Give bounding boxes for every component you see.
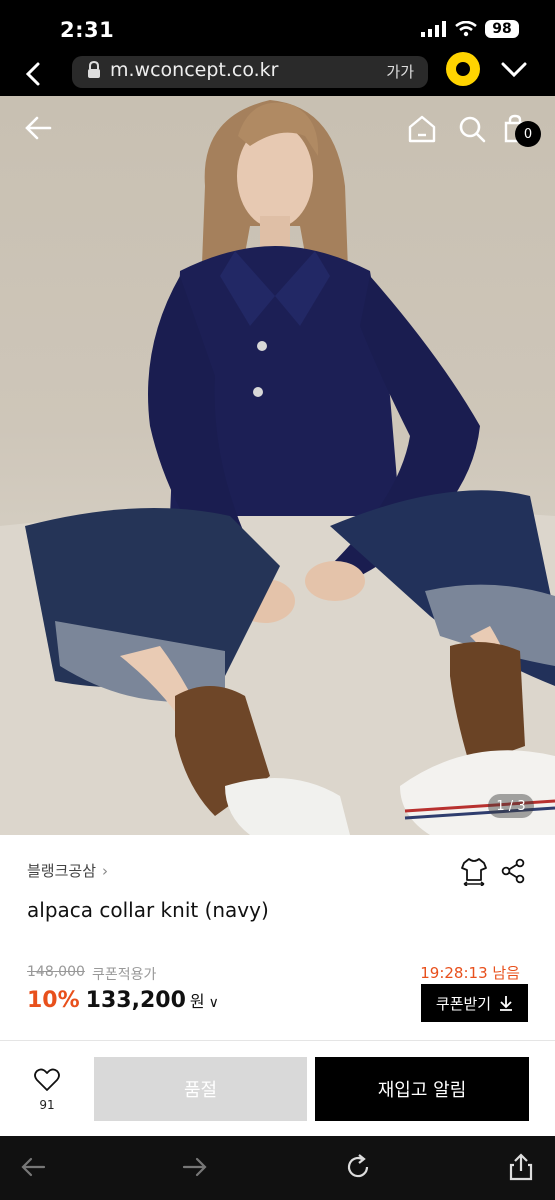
chevron-down-icon: ∨	[208, 995, 219, 1011]
like-button[interactable]: 91	[28, 1068, 66, 1112]
soldout-button[interactable]: 품절	[94, 1057, 307, 1121]
reload-icon[interactable]	[343, 1152, 373, 1182]
home-icon[interactable]	[406, 113, 438, 145]
brand-name: 블랭크공삼	[27, 862, 97, 880]
countdown-timer: 19:28:13 남음	[420, 964, 520, 982]
url-text: m.wconcept.co.kr	[110, 59, 279, 81]
text-size-button[interactable]: 가가	[386, 61, 414, 82]
browser-forward-icon[interactable]	[180, 1152, 210, 1182]
browser-back-icon[interactable]	[18, 1152, 48, 1182]
status-time: 2:31	[60, 18, 115, 42]
product-image[interactable]	[0, 96, 555, 835]
image-pager: 1 / 3	[488, 794, 534, 818]
wconcept-logo[interactable]	[446, 52, 480, 86]
chevron-right-icon: ›	[102, 861, 109, 880]
battery-indicator: 98	[485, 20, 519, 38]
back-arrow-icon[interactable]	[22, 112, 54, 144]
signal-icon	[421, 21, 446, 37]
price-row[interactable]: 10% 133,200 원 ∨	[27, 988, 219, 1013]
product-title: alpaca collar knit (navy)	[27, 898, 269, 922]
browser-toolbar	[0, 1136, 555, 1200]
heart-icon	[34, 1068, 60, 1091]
section-divider	[0, 1040, 555, 1041]
chevron-left-icon[interactable]	[18, 60, 50, 88]
model-photo-illustration	[0, 100, 555, 835]
discount-rate: 10%	[27, 988, 80, 1013]
coupon-price-label: 쿠폰적용가	[92, 967, 157, 983]
chevron-down-icon[interactable]	[498, 56, 530, 84]
download-icon	[500, 996, 513, 1011]
wifi-icon	[455, 21, 477, 37]
original-price: 148,000	[27, 964, 85, 980]
search-icon[interactable]	[456, 113, 488, 145]
like-count: 91	[39, 1098, 55, 1112]
share-icon[interactable]	[500, 858, 526, 884]
brand-link[interactable]: 블랭크공삼 ›	[27, 860, 108, 881]
sale-price: 133,200	[85, 988, 186, 1013]
lock-icon	[88, 61, 100, 78]
get-coupon-button[interactable]: 쿠폰받기	[421, 984, 528, 1022]
currency-label: 원	[189, 992, 205, 1011]
size-guide-icon[interactable]	[460, 856, 488, 886]
url-field[interactable]: m.wconcept.co.kr 가가	[72, 56, 428, 88]
get-coupon-label: 쿠폰받기	[435, 994, 492, 1013]
cart-count-badge: 0	[515, 121, 541, 147]
status-indicators: 98	[421, 20, 519, 38]
share-sheet-icon[interactable]	[506, 1152, 536, 1182]
status-bar: 2:31 98	[0, 0, 555, 56]
restock-alert-button[interactable]: 재입고 알림	[315, 1057, 529, 1121]
